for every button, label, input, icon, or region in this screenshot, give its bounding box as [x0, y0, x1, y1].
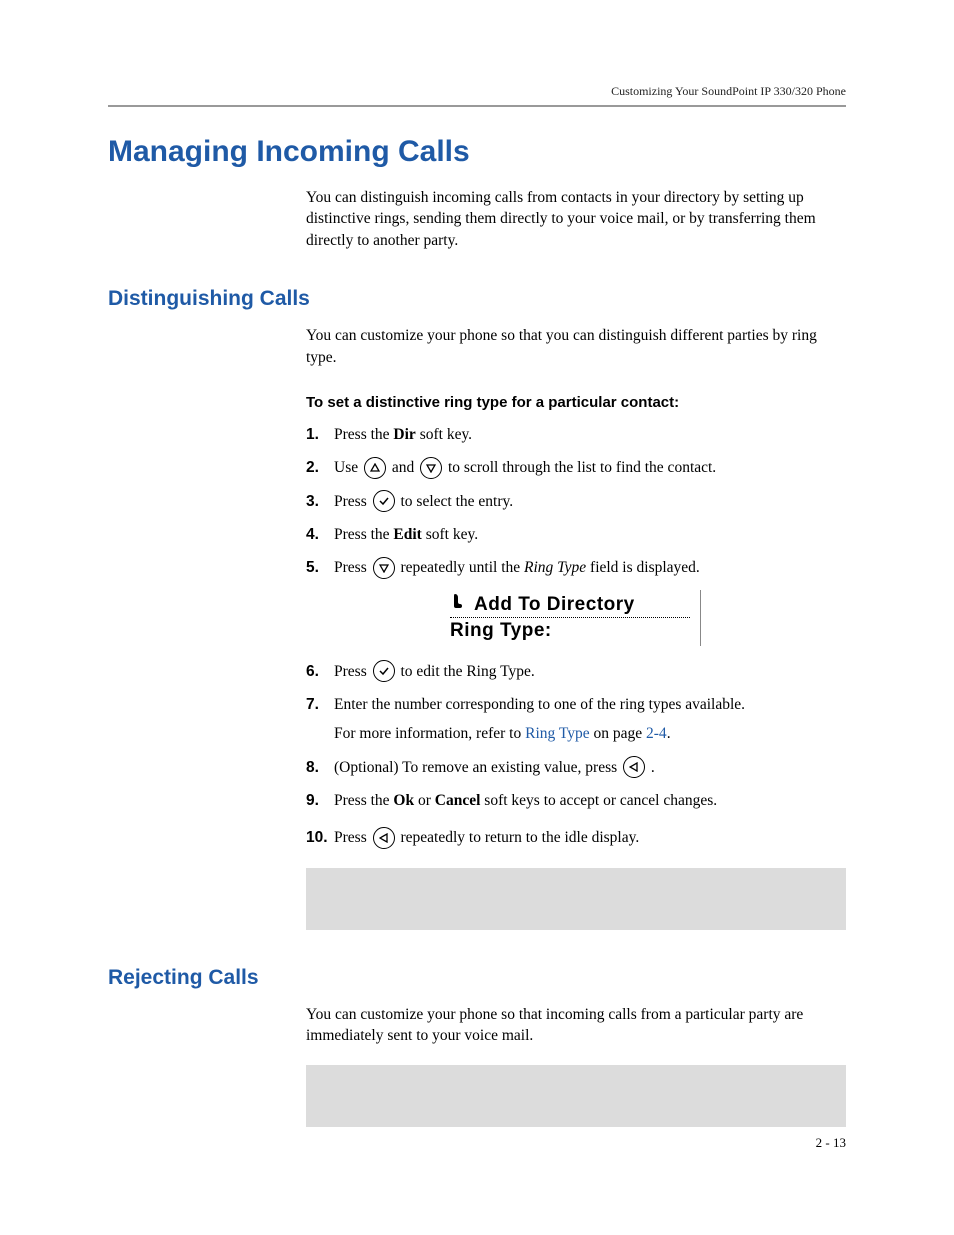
- step-text: on page: [590, 725, 646, 742]
- heading-managing-incoming-calls: Managing Incoming Calls: [108, 135, 846, 169]
- step-text: to scroll through the list to find the c…: [448, 459, 716, 476]
- heading-rejecting-calls: Rejecting Calls: [108, 966, 846, 990]
- step-6: 6. Press to edit the Ring Type.: [306, 660, 846, 683]
- step-text: Press: [334, 559, 371, 576]
- left-arrow-icon: [623, 756, 645, 778]
- note-placeholder: [306, 1065, 846, 1127]
- step-text: field is displayed.: [586, 559, 700, 576]
- step-text: Press: [334, 493, 371, 510]
- step-text: soft keys to accept or cancel changes.: [480, 792, 717, 809]
- step-text: Press: [334, 663, 371, 680]
- step-2: 2. Use and to scroll through the list to…: [306, 456, 846, 479]
- procedure-list-cont: 6. Press to edit the Ring Type. 7. Enter…: [306, 660, 846, 850]
- step-number: 3.: [306, 490, 334, 513]
- step-7: 7. Enter the number corresponding to one…: [306, 693, 846, 746]
- page-number: 2 - 13: [816, 1135, 846, 1151]
- step-text: repeatedly to return to the idle display…: [400, 829, 639, 846]
- page-header: Customizing Your SoundPoint IP 330/320 P…: [108, 84, 846, 99]
- step-text: Enter the number corresponding to one of…: [334, 696, 745, 713]
- step-number: 5.: [306, 556, 334, 579]
- step-10: 10. Press repeatedly to return to the id…: [306, 826, 846, 849]
- left-arrow-icon: [373, 827, 395, 849]
- up-arrow-icon: [364, 457, 386, 479]
- step-text: to select the entry.: [400, 493, 513, 510]
- lcd-screenshot: Add To Directory Ring Type:: [446, 590, 846, 646]
- lcd-line-2: Ring Type:: [450, 618, 690, 642]
- softkey-name: Cancel: [435, 792, 481, 809]
- procedure-list: 1. Press the Dir soft key. 2. Use and to…: [306, 423, 846, 580]
- step-9: 9. Press the Ok or Cancel soft keys to a…: [306, 789, 846, 812]
- step-number: 8.: [306, 756, 334, 779]
- step-text: and: [392, 459, 418, 476]
- step-4: 4. Press the Edit soft key.: [306, 523, 846, 546]
- step-number: 4.: [306, 523, 334, 546]
- step-text: Press the: [334, 426, 393, 443]
- step-number: 10.: [306, 826, 334, 849]
- step-text: Press: [334, 829, 371, 846]
- header-rule: [108, 105, 846, 107]
- link-ring-type[interactable]: Ring Type: [525, 725, 590, 742]
- step-number: 2.: [306, 456, 334, 479]
- step-text: soft key.: [422, 526, 478, 543]
- intro-paragraph: You can distinguish incoming calls from …: [306, 187, 846, 251]
- step-number: 1.: [306, 423, 334, 446]
- step-text: or: [414, 792, 435, 809]
- step-3: 3. Press to select the entry.: [306, 490, 846, 513]
- check-icon: [373, 660, 395, 682]
- down-arrow-icon: [420, 457, 442, 479]
- procedure-subhead: To set a distinctive ring type for a par…: [306, 394, 846, 411]
- step-number: 7.: [306, 693, 334, 716]
- step-text: For more information, refer to: [334, 725, 525, 742]
- step-number: 9.: [306, 789, 334, 812]
- step-8: 8. (Optional) To remove an existing valu…: [306, 756, 846, 779]
- note-placeholder: [306, 868, 846, 930]
- step-text: repeatedly until the: [400, 559, 524, 576]
- distinguishing-paragraph: You can customize your phone so that you…: [306, 325, 846, 368]
- step-number: 6.: [306, 660, 334, 683]
- step-1: 1. Press the Dir soft key.: [306, 423, 846, 446]
- check-icon: [373, 490, 395, 512]
- step-text: to edit the Ring Type.: [400, 663, 534, 680]
- softkey-name: Dir: [393, 426, 415, 443]
- rejecting-paragraph: You can customize your phone so that inc…: [306, 1004, 846, 1047]
- link-page-ref[interactable]: 2-4: [646, 725, 667, 742]
- lcd-line-1: Add To Directory: [474, 594, 635, 615]
- step-text: Press the: [334, 526, 393, 543]
- step-text: (Optional) To remove an existing value, …: [334, 759, 621, 776]
- step-text: .: [667, 725, 671, 742]
- softkey-name: Ok: [393, 792, 414, 809]
- step-5: 5. Press repeatedly until the Ring Type …: [306, 556, 846, 579]
- step-text: Press the: [334, 792, 393, 809]
- heading-distinguishing-calls: Distinguishing Calls: [108, 287, 846, 311]
- softkey-name: Edit: [393, 526, 421, 543]
- step-text: .: [651, 759, 655, 776]
- field-name: Ring Type: [524, 559, 586, 576]
- step-text: soft key.: [416, 426, 472, 443]
- step-text: Use: [334, 459, 362, 476]
- down-arrow-icon: [373, 557, 395, 579]
- phone-icon: [450, 592, 466, 615]
